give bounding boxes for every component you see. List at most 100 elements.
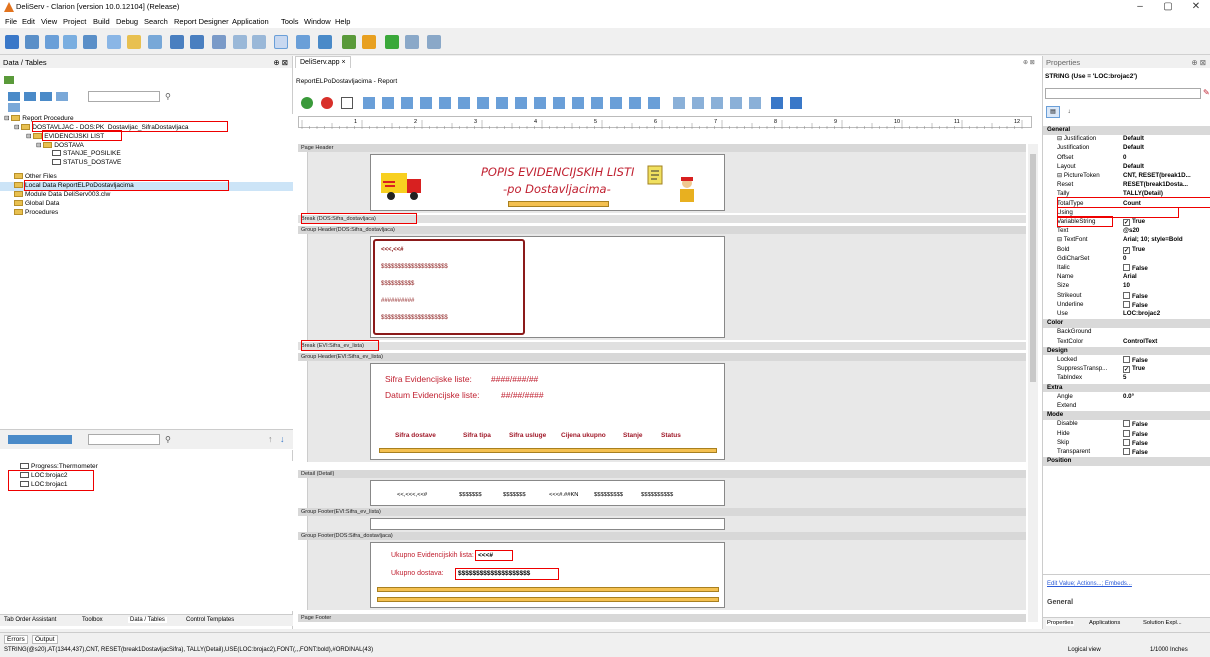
checkbox-icon[interactable]: ✓ bbox=[1123, 366, 1130, 374]
arrow-up-icon[interactable]: ↑ bbox=[268, 434, 273, 444]
property-row[interactable]: Layout Default bbox=[1043, 163, 1210, 172]
save-icon[interactable] bbox=[170, 35, 184, 49]
band-group-footer-dos[interactable]: Group Footer(DOS:Sifra_dostavljaca) bbox=[298, 532, 1026, 540]
open-app-icon[interactable] bbox=[25, 35, 39, 49]
tree-item[interactable]: Module Data DeliServ003.clw bbox=[14, 191, 110, 200]
maximize-button[interactable]: ▢ bbox=[1154, 0, 1182, 14]
scrollbar-thumb[interactable] bbox=[1030, 154, 1036, 382]
property-value[interactable]: Arial bbox=[1123, 273, 1137, 282]
property-row[interactable]: Hide False bbox=[1043, 429, 1210, 439]
field-sifra[interactable]: <<<,<<# bbox=[381, 247, 404, 253]
print-icon[interactable] bbox=[212, 35, 226, 49]
change-icon[interactable] bbox=[24, 92, 37, 101]
tab-close-icon[interactable]: × bbox=[342, 59, 346, 66]
property-value[interactable]: 0 bbox=[1123, 255, 1126, 264]
property-row[interactable]: ⊟ TextFont Arial; 10; style=Bold bbox=[1043, 236, 1210, 245]
new-file-icon[interactable] bbox=[107, 35, 121, 49]
tab-control-templates[interactable]: Control Templates bbox=[186, 617, 234, 623]
property-row[interactable]: Justification Default bbox=[1043, 144, 1210, 153]
property-value[interactable]: Default bbox=[1123, 135, 1144, 144]
checkbox-icon[interactable] bbox=[1123, 438, 1130, 446]
property-value-input[interactable] bbox=[1045, 88, 1201, 99]
property-row[interactable]: Italic False bbox=[1043, 264, 1210, 273]
property-row[interactable]: ⊟ PictureToken CNT, RESET(break1D... bbox=[1043, 172, 1210, 181]
open-icon[interactable] bbox=[45, 35, 59, 49]
tree-item[interactable]: Procedures bbox=[14, 209, 58, 218]
menu-view[interactable]: View bbox=[41, 17, 57, 26]
open-solution-icon[interactable] bbox=[83, 35, 97, 49]
pen-icon[interactable]: ✎ bbox=[1203, 88, 1210, 97]
detail-field-cijena[interactable]: <<<#.##KN bbox=[549, 492, 579, 498]
property-row[interactable]: Use LOC:brojac2 bbox=[1043, 310, 1210, 319]
debug-icon[interactable] bbox=[405, 35, 419, 49]
move-up-icon[interactable] bbox=[56, 92, 69, 101]
minimize-button[interactable]: – bbox=[1126, 0, 1154, 14]
search-icon[interactable]: ⚲ bbox=[165, 92, 171, 101]
field-ukupno-dostava[interactable]: $$$$$$$$$$$$$$$$$$$$ bbox=[455, 568, 559, 580]
checkbox-icon[interactable] bbox=[1123, 291, 1130, 299]
property-row[interactable]: Text @s20 bbox=[1043, 227, 1210, 236]
field-adresa[interactable]: $$$$$$$$$$$$$$$$$$$$ bbox=[381, 315, 448, 321]
order-tools-icon[interactable] bbox=[771, 97, 807, 109]
property-value[interactable]: Default bbox=[1123, 163, 1144, 172]
property-category[interactable]: Color bbox=[1043, 319, 1210, 328]
format-tools-icon[interactable] bbox=[673, 97, 768, 109]
tab-data-tables[interactable]: Data / Tables bbox=[128, 617, 167, 623]
band-page-footer[interactable]: Page Footer bbox=[298, 614, 1026, 622]
property-value[interactable]: ✓ True bbox=[1123, 365, 1145, 374]
property-row[interactable]: Skip False bbox=[1043, 438, 1210, 448]
delete-icon[interactable] bbox=[40, 92, 53, 101]
tab-output[interactable]: Output bbox=[32, 635, 58, 644]
property-row[interactable]: Disable False bbox=[1043, 420, 1210, 429]
band-group-header-evi[interactable]: Group Header(EVI:Sifra_ev_lista) bbox=[298, 353, 1026, 361]
property-row[interactable]: Extend bbox=[1043, 402, 1210, 411]
ok-icon[interactable] bbox=[301, 97, 313, 109]
arrow-down-icon[interactable]: ↓ bbox=[280, 434, 285, 444]
tree-item[interactable]: Global Data bbox=[14, 200, 59, 209]
property-category[interactable]: General bbox=[1043, 126, 1210, 135]
band-page-header[interactable]: Page Header bbox=[298, 144, 1026, 152]
pin-icon[interactable]: ⊕ ⊠ bbox=[1191, 58, 1206, 67]
open-folder-icon[interactable] bbox=[127, 35, 141, 49]
tree-item[interactable]: STATUS_DOSTAVE bbox=[52, 159, 121, 168]
detail-field-stanje[interactable]: $$$$$$$$$ bbox=[594, 492, 623, 498]
insert-icon[interactable] bbox=[8, 92, 20, 101]
property-row[interactable]: TextColor ControlText bbox=[1043, 338, 1210, 347]
wand-icon[interactable] bbox=[252, 35, 266, 49]
options-icon[interactable] bbox=[427, 35, 441, 49]
property-row[interactable]: Bold ✓ True bbox=[1043, 246, 1210, 255]
menu-edit[interactable]: Edit bbox=[22, 17, 35, 26]
open-file-icon[interactable] bbox=[63, 35, 77, 49]
property-category[interactable]: Mode bbox=[1043, 411, 1210, 420]
alphabetical-icon[interactable]: ↓ bbox=[1062, 106, 1076, 118]
menu-file[interactable]: File bbox=[5, 17, 17, 26]
property-category[interactable]: Position bbox=[1043, 457, 1210, 466]
property-value[interactable]: ControlText bbox=[1123, 338, 1157, 347]
property-value[interactable]: @s20 bbox=[1123, 227, 1139, 236]
property-row[interactable]: Underline False bbox=[1043, 300, 1210, 310]
tab-order-assistant[interactable]: Tab Order Assistant bbox=[4, 617, 56, 623]
property-value[interactable]: 5 bbox=[1123, 374, 1126, 383]
property-value[interactable]: LOC:brojac2 bbox=[1123, 310, 1160, 319]
band-detail[interactable]: Detail (Detail) bbox=[298, 470, 1026, 478]
tab-properties[interactable]: Properties bbox=[1046, 620, 1075, 626]
cancel-icon[interactable] bbox=[321, 97, 333, 109]
field-oib[interactable]: ########## bbox=[381, 298, 414, 304]
tree-item[interactable]: STANJE_POSILIKE bbox=[52, 150, 121, 159]
detail-field-status[interactable]: $$$$$$$$$$ bbox=[641, 492, 673, 498]
tab-toolbox[interactable]: Toolbox bbox=[82, 617, 103, 623]
local-search-input[interactable] bbox=[88, 434, 160, 445]
menu-report-designer[interactable]: Report Designer bbox=[174, 17, 229, 26]
dictionary-icon[interactable] bbox=[148, 35, 162, 49]
make-icon[interactable] bbox=[362, 35, 376, 49]
property-value[interactable]: Default bbox=[1123, 144, 1144, 153]
table-icon[interactable] bbox=[318, 35, 332, 49]
menu-help[interactable]: Help bbox=[335, 17, 350, 26]
property-row[interactable]: Reset RESET(break1Dosta... bbox=[1043, 181, 1210, 190]
property-category[interactable]: Design bbox=[1043, 346, 1210, 356]
checkbox-icon[interactable]: ✓ bbox=[1123, 219, 1130, 226]
property-row[interactable]: Strikeout False bbox=[1043, 291, 1210, 301]
pin-icon[interactable]: ⊕ ⊠ bbox=[1023, 59, 1035, 66]
property-value[interactable]: ✓ True bbox=[1123, 246, 1145, 255]
band-group-footer-evi[interactable]: Group Footer(EVI:Sifra_ev_lista) bbox=[298, 508, 1026, 516]
